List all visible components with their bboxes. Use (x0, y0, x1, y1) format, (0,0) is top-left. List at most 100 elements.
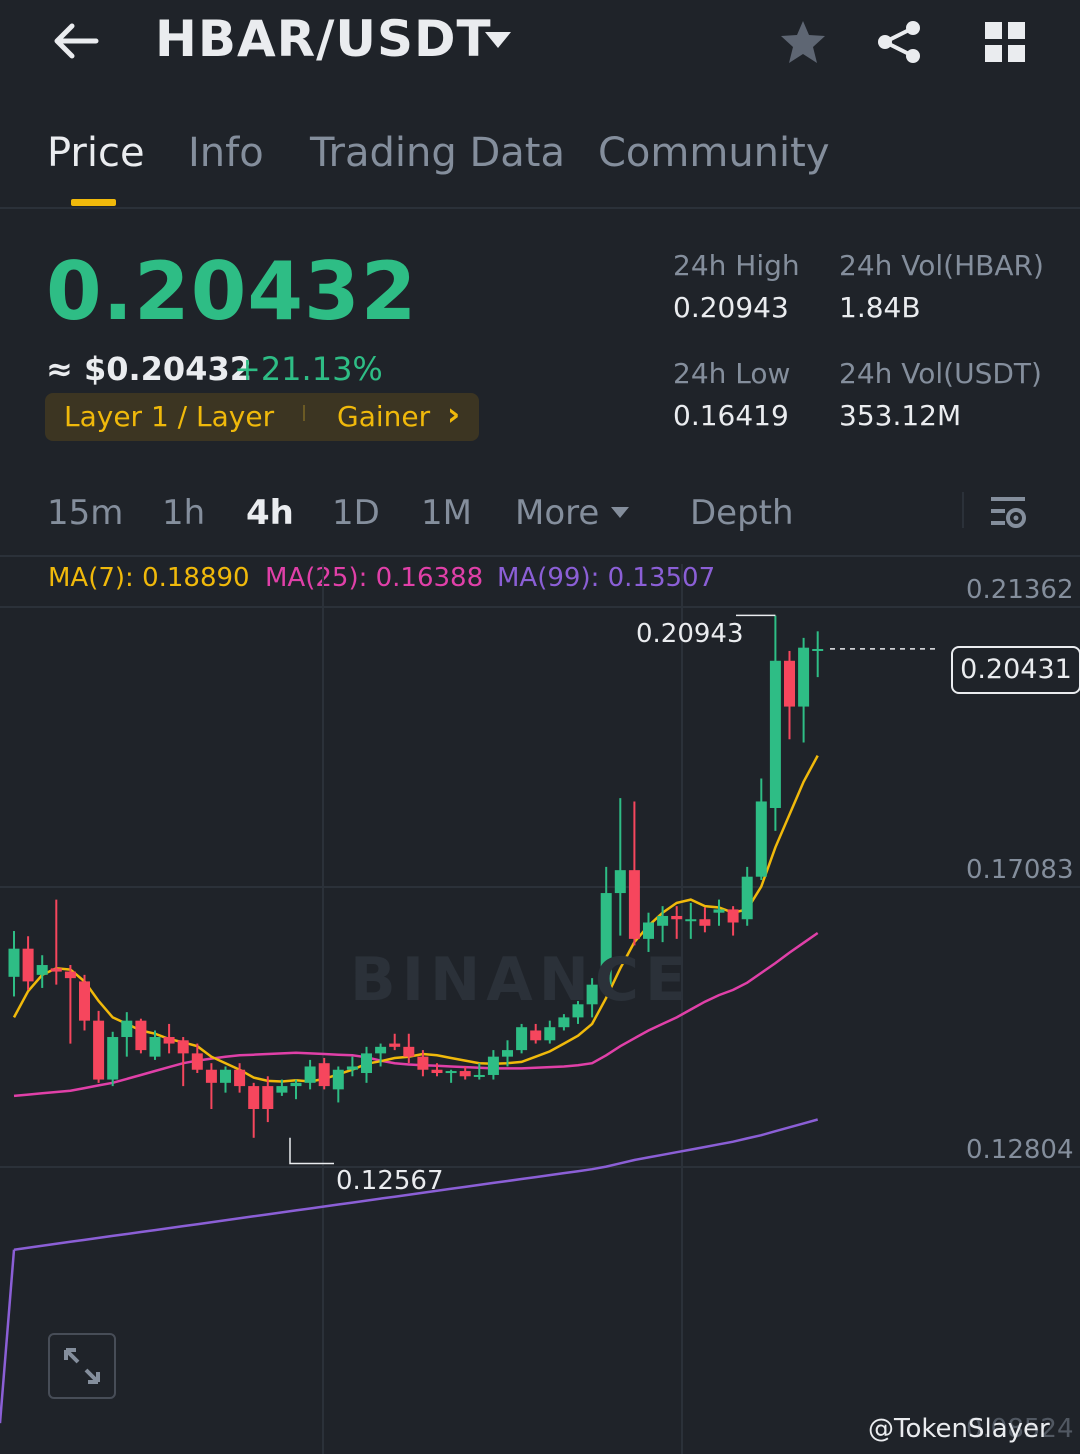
candle-body (530, 1030, 542, 1041)
candle-body (628, 870, 640, 939)
candle-body (487, 1056, 499, 1075)
favorite-button[interactable] (776, 15, 830, 69)
low-marker-label: 0.12567 (336, 1166, 444, 1196)
fiat-price: ≈ $0.20432 (46, 350, 252, 388)
chevron-right-icon: › (447, 395, 461, 433)
candle-body (135, 1020, 147, 1051)
chart-settings-icon (991, 497, 1026, 528)
y-axis-tick-2: 0.17083 (966, 855, 1074, 885)
candle-body (798, 647, 810, 707)
caret-down-icon[interactable] (483, 30, 513, 52)
vol-base-label: 24h Vol(HBAR) (839, 249, 1044, 282)
candle-body (643, 922, 654, 939)
candle-body (389, 1043, 401, 1047)
tab-community[interactable]: Community (598, 130, 830, 176)
interval-1h[interactable]: 1h (162, 493, 205, 533)
candle-body (417, 1056, 429, 1070)
candle-body (699, 919, 711, 926)
candle-body (107, 1037, 119, 1080)
low-value: 0.16419 (673, 399, 789, 432)
expand-chart-button[interactable] (48, 1333, 116, 1399)
vol-base-value: 1.84B (839, 291, 921, 324)
low-label: 24h Low (673, 357, 791, 390)
candle-body (755, 801, 767, 877)
interval-1m[interactable]: 1M (421, 493, 472, 533)
high-label: 24h High (673, 249, 800, 282)
ma99-line-extension (0, 1249, 16, 1424)
candle-body (459, 1071, 471, 1077)
high-marker-label: 0.20943 (636, 619, 744, 649)
grid-button[interactable] (978, 15, 1032, 69)
depth-tab[interactable]: Depth (690, 493, 794, 533)
candle-body (784, 660, 795, 707)
low-marker-line (289, 1137, 334, 1165)
tab-price[interactable]: Price (47, 130, 145, 176)
more-caret-icon (610, 505, 630, 524)
candle-body (121, 1020, 133, 1038)
candle-body (741, 876, 753, 920)
candle-body (177, 1040, 189, 1054)
candle-body (812, 648, 824, 651)
candle-body (431, 1069, 443, 1074)
candle-body (375, 1046, 387, 1054)
candle-body (163, 1037, 175, 1044)
price-change: +21.13% (234, 350, 383, 388)
tag-gainer-label: Gainer (337, 400, 431, 433)
interval-1d[interactable]: 1D (332, 493, 380, 533)
interval-4h[interactable]: 4h (246, 493, 294, 533)
y-axis-tick-3: 0.12804 (966, 1135, 1074, 1165)
binance-watermark: BINANCE (350, 945, 692, 1015)
candle-body (22, 948, 34, 982)
candle-body (205, 1069, 217, 1083)
interval-15m[interactable]: 15m (47, 493, 123, 533)
share-button[interactable] (872, 15, 926, 69)
candle-body (64, 971, 76, 979)
candle-body (234, 1069, 246, 1087)
candle-body (191, 1053, 203, 1070)
y-axis-tick-1: 0.21362 (966, 575, 1074, 605)
candle-body (36, 965, 48, 975)
ma7-line (12, 755, 819, 1083)
current-price-label: 0.20431 (951, 646, 1080, 694)
candle-body (614, 870, 626, 894)
candle-body (262, 1086, 274, 1110)
candle-body (248, 1086, 260, 1110)
share-icon (878, 21, 920, 63)
tag-separator (303, 405, 305, 421)
arrow-left-icon (54, 23, 99, 59)
candle-body (346, 1066, 358, 1070)
interval-divider (962, 492, 964, 528)
category-tag[interactable]: Layer 1 / Layer Gainer › (45, 393, 479, 441)
back-button[interactable] (40, 14, 110, 68)
candle-body (544, 1027, 556, 1041)
credit-watermark: @TokenSlayer (868, 1414, 1050, 1444)
candle-body (473, 1074, 485, 1077)
candle-body (290, 1082, 302, 1087)
candle-body (149, 1037, 161, 1057)
grid-icon (985, 22, 1025, 62)
tab-info[interactable]: Info (188, 130, 264, 176)
candle-body (671, 915, 683, 920)
interval-more[interactable]: More (515, 493, 599, 533)
candle-body (657, 915, 669, 926)
candle-body (8, 948, 20, 977)
vol-quote-value: 353.12M (839, 399, 962, 432)
chart-settings-button[interactable] (985, 490, 1031, 534)
candle-body (403, 1046, 415, 1057)
pair-title[interactable]: HBAR/USDT (155, 10, 492, 68)
tab-divider (0, 207, 1080, 209)
last-price: 0.20432 (46, 245, 418, 338)
candle-body (713, 909, 725, 913)
star-icon (781, 21, 825, 63)
vol-quote-label: 24h Vol(USDT) (839, 357, 1042, 390)
candle-body (445, 1071, 457, 1074)
candle-body (304, 1066, 316, 1083)
candle-body (516, 1027, 528, 1051)
current-price-value: 0.20431 (960, 654, 1072, 685)
candle-body (93, 1020, 105, 1080)
tab-trading-data[interactable]: Trading Data (310, 130, 565, 176)
candle-body (769, 660, 781, 808)
tag-category-label: Layer 1 / Layer (64, 400, 275, 433)
candle-body (318, 1063, 330, 1087)
interval-bottom-divider (0, 555, 1080, 557)
